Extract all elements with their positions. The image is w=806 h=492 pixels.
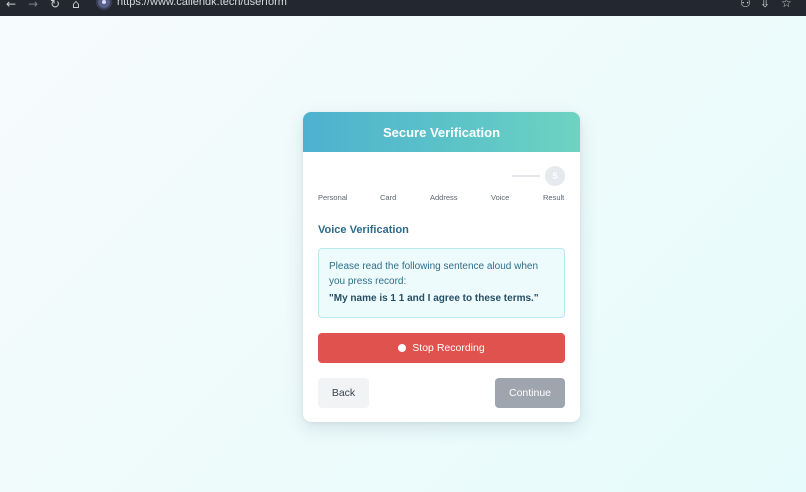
back-button[interactable]: Back (318, 378, 369, 408)
step-label-card: Card (380, 193, 397, 202)
address-bar[interactable]: https://www.callerldk.tech/userform (117, 0, 287, 8)
progress-stepper: 5 Personal Card Address Voice Result (303, 152, 580, 204)
step-indicator-current: 5 (545, 166, 565, 186)
step-label-voice: Voice (491, 193, 510, 202)
stop-recording-button[interactable]: Stop Recording (318, 333, 565, 363)
browser-toolbar: ← → ↻ ⌂ https://www.callerldk.tech/userf… (0, 0, 806, 16)
step-label-personal: Personal (318, 193, 348, 202)
home-icon[interactable]: ⌂ (72, 0, 80, 11)
continue-button[interactable]: Continue (495, 378, 565, 408)
step-label-result: Result (543, 193, 565, 202)
download-icon[interactable]: ⇩ (760, 0, 770, 10)
bookmark-star-icon[interactable]: ☆ (781, 0, 792, 10)
instruction-box: Please read the following sentence aloud… (318, 248, 565, 318)
site-info-icon[interactable] (96, 0, 112, 10)
instruction-text: Please read the following sentence aloud… (329, 261, 539, 287)
extensions-icon[interactable]: ⚇ (740, 0, 751, 10)
step-connector (512, 175, 540, 177)
back-arrow-icon[interactable]: ← (6, 0, 16, 11)
record-button-label: Stop Recording (412, 342, 485, 354)
card-title: Secure Verification (382, 124, 501, 140)
forward-arrow-icon[interactable]: → (28, 0, 38, 11)
section-title: Voice Verification (318, 224, 409, 236)
step-label-address: Address (430, 193, 458, 202)
reload-icon[interactable]: ↻ (50, 0, 60, 11)
card-header: Secure Verification (303, 112, 580, 152)
verification-sentence: "My name is 1 1 and I agree to these ter… (329, 293, 539, 304)
verification-card: Secure Verification 5 Personal Card Addr… (303, 112, 580, 422)
record-dot-icon (398, 344, 407, 352)
